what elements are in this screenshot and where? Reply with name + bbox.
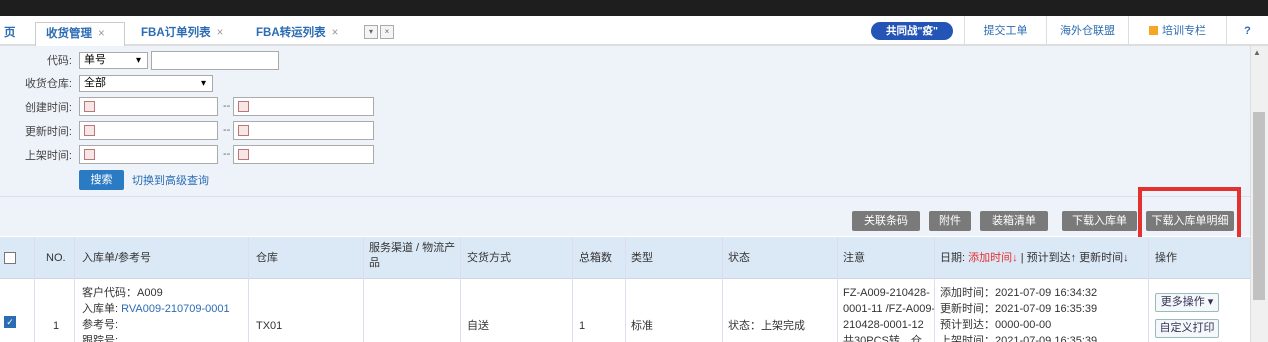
row-status: 状态：上架完成	[728, 320, 805, 332]
row-checkbox[interactable]: ✓	[4, 316, 16, 328]
col-divider	[837, 237, 838, 342]
link-barcode-button[interactable]: 关联条码	[852, 211, 920, 231]
row-ref: 参考号:	[82, 319, 119, 331]
col-divider	[1148, 237, 1149, 342]
col-type: 类型	[631, 252, 653, 264]
tab-home[interactable]: 页	[0, 22, 20, 46]
code-type-select[interactable]: 单号 ▾	[79, 52, 148, 69]
help-icon[interactable]: ?	[1226, 16, 1268, 46]
sort-added-link[interactable]: 添加时间↓	[968, 252, 1018, 264]
col-note: 注意	[843, 252, 865, 264]
order-link[interactable]: RVA009-210709-0001	[121, 303, 229, 315]
calendar-icon[interactable]	[238, 125, 249, 136]
row-type: 标准	[631, 320, 653, 332]
row-warehouse: TX01	[256, 320, 283, 332]
shelved-end-input[interactable]	[233, 145, 374, 164]
col-delivery: 交货方式	[467, 252, 511, 264]
col-divider	[722, 237, 723, 342]
calendar-icon[interactable]	[84, 149, 95, 160]
calendar-icon[interactable]	[84, 125, 95, 136]
search-button[interactable]: 搜索	[79, 170, 124, 190]
select-all-checkbox[interactable]	[4, 252, 16, 264]
col-status: 状态	[728, 252, 750, 264]
code-input[interactable]	[151, 51, 279, 70]
col-ops: 操作	[1155, 252, 1177, 264]
col-warehouse: 仓库	[256, 252, 278, 264]
app-root: 页 收货管理 × FBA订单列表 × FBA转运列表 × ▾ × 共同战"疫" 提交工…	[0, 0, 1268, 342]
submit-ticket-link[interactable]: 提交工单	[964, 16, 1046, 46]
training-icon	[1149, 26, 1158, 35]
range-separator: --	[223, 100, 231, 112]
col-divider	[34, 237, 35, 342]
row-order: 入库单: RVA009-210709-0001	[82, 303, 230, 315]
col-divider	[625, 237, 626, 342]
custom-print-button[interactable]: 自定义打印	[1155, 319, 1219, 338]
tab-receiving[interactable]: 收货管理 ×	[35, 22, 125, 46]
created-end-input[interactable]	[233, 97, 374, 116]
sort-updated-link[interactable]: 更新时间↓	[1079, 252, 1129, 264]
close-icon[interactable]: ×	[217, 27, 224, 39]
code-label: 代码:	[46, 55, 72, 67]
sort-eta-link[interactable]: | 预计到达↑	[1021, 252, 1076, 264]
range-separator: --	[223, 148, 231, 160]
row-note: FZ-A009-210428- 0001-11 /FZ-A009- 210428…	[843, 287, 936, 342]
row-tracking: 跟踪号:	[82, 335, 119, 342]
tab-label: FBA转运列表	[256, 27, 326, 39]
shelved-start-input[interactable]	[79, 145, 218, 164]
col-ref: 入库单/参考号	[82, 252, 152, 264]
updated-time-label: 更新时间:	[24, 126, 72, 138]
shelved-time-label: 上架时间:	[24, 150, 72, 162]
row-boxes: 1	[579, 320, 586, 332]
calendar-icon[interactable]	[238, 149, 249, 160]
col-no: NO.	[46, 252, 66, 264]
created-start-input[interactable]	[79, 97, 218, 116]
tab-close-all-icon[interactable]: ×	[380, 25, 394, 39]
more-ops-button[interactable]: 更多操作 ▾	[1155, 293, 1219, 312]
training-link[interactable]: 培训专栏	[1128, 16, 1226, 46]
campaign-badge[interactable]: 共同战"疫"	[871, 22, 953, 40]
packing-list-button[interactable]: 装箱清单	[980, 211, 1048, 231]
updated-start-input[interactable]	[79, 121, 218, 140]
calendar-icon[interactable]	[84, 101, 95, 112]
col-divider	[248, 237, 249, 342]
advanced-query-link[interactable]: 切换到高级查询	[132, 172, 209, 188]
row-delivery: 自送	[467, 320, 489, 332]
close-icon[interactable]: ×	[98, 28, 105, 40]
calendar-icon[interactable]	[238, 101, 249, 112]
tab-dropdown-icon[interactable]: ▾	[364, 25, 378, 39]
attachment-button[interactable]: 附件	[929, 211, 971, 231]
scroll-up-icon[interactable]: ▲	[1253, 48, 1261, 57]
col-divider	[460, 237, 461, 342]
updated-end-input[interactable]	[233, 121, 374, 140]
row-dates: 添加时间：2021-07-09 16:34:32 更新时间：2021-07-09…	[940, 287, 1098, 342]
row-no: 1	[53, 320, 60, 332]
browser-top-strip	[0, 0, 1268, 16]
col-divider	[572, 237, 573, 342]
download-inbound-button[interactable]: 下载入库单	[1062, 211, 1137, 231]
chevron-down-icon: ▾	[135, 55, 141, 66]
tab-label: 收货管理	[46, 28, 92, 40]
created-time-label: 创建时间:	[24, 102, 72, 114]
overseas-alliance-link[interactable]: 海外仓联盟	[1046, 16, 1128, 46]
warehouse-select[interactable]: 全部 ▾	[79, 75, 213, 92]
tab-fba-orders[interactable]: FBA订单列表 ×	[131, 22, 241, 46]
col-dates: 日期: 添加时间↓ | 预计到达↑ 更新时间↓	[940, 252, 1129, 264]
col-boxes: 总箱数	[579, 252, 612, 264]
chevron-down-icon: ▾	[200, 78, 206, 89]
col-divider	[74, 237, 75, 342]
row-customer: 客户代码：A009	[82, 287, 163, 299]
col-divider	[934, 237, 935, 342]
warehouse-label: 收货仓库:	[24, 78, 72, 90]
col-channel: 服务渠道 / 物流产品	[369, 242, 456, 269]
highlight-box	[1138, 187, 1241, 241]
tab-fba-transfer[interactable]: FBA转运列表 ×	[246, 22, 356, 46]
scrollbar-thumb[interactable]	[1253, 112, 1265, 300]
tab-label: FBA订单列表	[141, 27, 211, 39]
chevron-down-icon: ▾	[1207, 296, 1214, 308]
range-separator: --	[223, 124, 231, 136]
close-icon[interactable]: ×	[332, 27, 339, 39]
col-divider	[363, 237, 364, 342]
